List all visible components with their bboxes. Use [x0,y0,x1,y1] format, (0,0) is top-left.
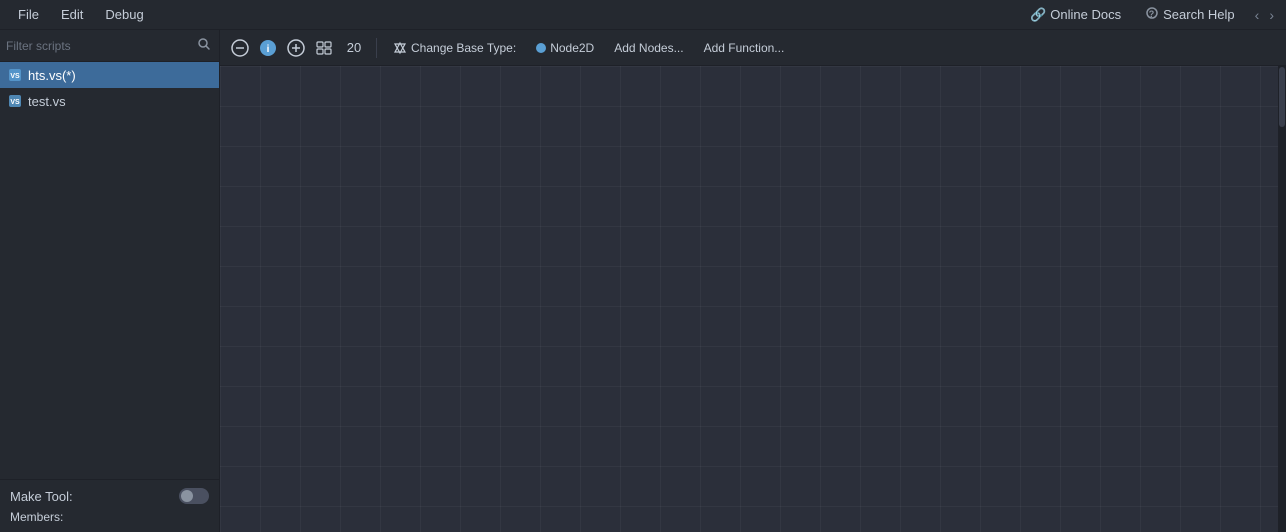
sidebar: VS hts.vs(*) VS test.vs Make Tool: [0,30,220,532]
add-zoom-button[interactable] [284,36,308,60]
menu-bar-right: 🔗 Online Docs ? Search Help ‹ › [1022,4,1278,25]
remove-button[interactable] [228,36,252,60]
toolbar-separator-1 [376,38,377,58]
menu-file[interactable]: File [8,3,49,27]
toolbar: i 20 [220,30,1286,66]
add-function-button[interactable]: Add Function... [696,38,793,58]
canvas-area[interactable] [220,66,1286,532]
online-docs-label: Online Docs [1050,7,1121,22]
filter-bar [0,30,219,62]
svg-text:i: i [267,44,270,55]
zoom-value: 20 [340,40,368,55]
script-item-hts[interactable]: VS hts.vs(*) [0,62,219,88]
make-tool-label: Make Tool: [10,489,73,504]
script-name-hts: hts.vs(*) [28,68,76,83]
main-layout: VS hts.vs(*) VS test.vs Make Tool: [0,30,1286,532]
info-button[interactable]: i [256,36,280,60]
nav-back-button[interactable]: ‹ [1251,5,1264,25]
search-help-icon: ? [1145,6,1159,23]
toggle-knob [181,490,193,502]
svg-text:?: ? [1149,9,1155,19]
node2d-badge[interactable]: Node2D [528,38,602,58]
search-icon[interactable] [195,37,213,54]
node2d-dot [536,43,546,53]
scrollbar-thumb[interactable] [1279,67,1285,127]
svg-text:VS: VS [10,99,20,106]
nav-forward-button[interactable]: › [1265,5,1278,25]
make-tool-row: Make Tool: [10,488,209,504]
node2d-label: Node2D [550,41,594,55]
nav-arrows: ‹ › [1251,5,1278,25]
change-base-type-label: Change Base Type: [411,41,516,55]
filter-scripts-input[interactable] [6,39,195,53]
script-name-test: test.vs [28,94,66,109]
sidebar-bottom: Make Tool: Members: [0,479,219,532]
change-base-type-button[interactable]: Change Base Type: [385,38,524,58]
online-docs-button[interactable]: 🔗 Online Docs [1022,5,1129,25]
members-label: Members: [10,510,209,524]
menu-bar-left: File Edit Debug [8,3,154,27]
script-icon-test: VS [8,94,22,108]
svg-text:VS: VS [10,73,20,80]
script-item-test[interactable]: VS test.vs [0,88,219,114]
menu-debug[interactable]: Debug [95,3,153,27]
search-help-label: Search Help [1163,7,1235,22]
add-nodes-button[interactable]: Add Nodes... [606,38,691,58]
script-icon-hts: VS [8,68,22,82]
make-tool-toggle[interactable] [179,488,209,504]
menu-bar: File Edit Debug 🔗 Online Docs ? Search H… [0,0,1286,30]
right-panel: i 20 [220,30,1286,532]
right-scrollbar[interactable] [1278,66,1286,532]
link-icon: 🔗 [1030,7,1046,23]
grid-canvas [220,66,1286,532]
script-list: VS hts.vs(*) VS test.vs [0,62,219,479]
menu-edit[interactable]: Edit [51,3,93,27]
layout-button[interactable] [312,36,336,60]
search-help-button[interactable]: ? Search Help [1137,4,1243,25]
